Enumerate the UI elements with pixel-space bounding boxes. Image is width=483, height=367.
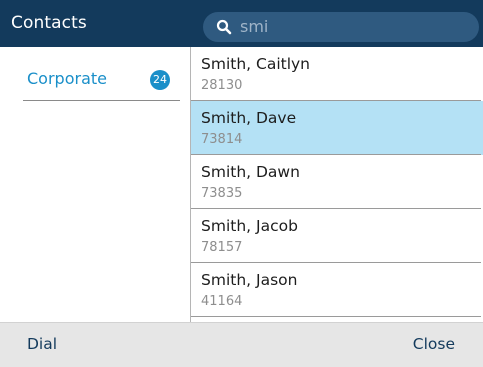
category-corporate[interactable]: Corporate 24: [23, 55, 180, 101]
contact-number: 73835: [201, 186, 243, 201]
search-icon: [216, 19, 232, 35]
contact-number: 41164: [201, 294, 243, 309]
count-badge: 24: [150, 70, 170, 90]
contact-list[interactable]: Smith, Caitlyn 28130 Smith, Dave 73814 S…: [191, 47, 483, 322]
page-title: Contacts: [11, 13, 87, 33]
close-button[interactable]: Close: [413, 335, 455, 353]
contact-name: Smith, Caitlyn: [201, 55, 311, 73]
row-divider: [191, 316, 481, 317]
contact-number: 73814: [201, 132, 243, 147]
contact-row[interactable]: Smith, Caitlyn 28130: [191, 47, 483, 101]
contact-row[interactable]: Smith, Jacob 78157: [191, 209, 483, 263]
contact-name: Smith, Jason: [201, 271, 298, 289]
category-label: Corporate: [27, 69, 107, 88]
contact-row[interactable]: Smith, Jason 41164: [191, 263, 483, 317]
search-query[interactable]: smi: [240, 17, 268, 36]
contact-name: Smith, Dave: [201, 109, 297, 127]
dial-button[interactable]: Dial: [27, 335, 57, 353]
contact-number: 28130: [201, 78, 243, 93]
search-input[interactable]: smi: [203, 12, 479, 42]
softkey-bar: Dial Close: [0, 322, 483, 367]
category-pane: Corporate 24: [0, 47, 190, 322]
contact-number: 78157: [201, 240, 243, 255]
contact-row[interactable]: Smith, Dave 73814: [191, 101, 483, 155]
app-header: Contacts smi: [0, 0, 483, 47]
contact-row[interactable]: Smith, Dawn 73835: [191, 155, 483, 209]
contact-name: Smith, Dawn: [201, 163, 300, 181]
contact-name: Smith, Jacob: [201, 217, 298, 235]
